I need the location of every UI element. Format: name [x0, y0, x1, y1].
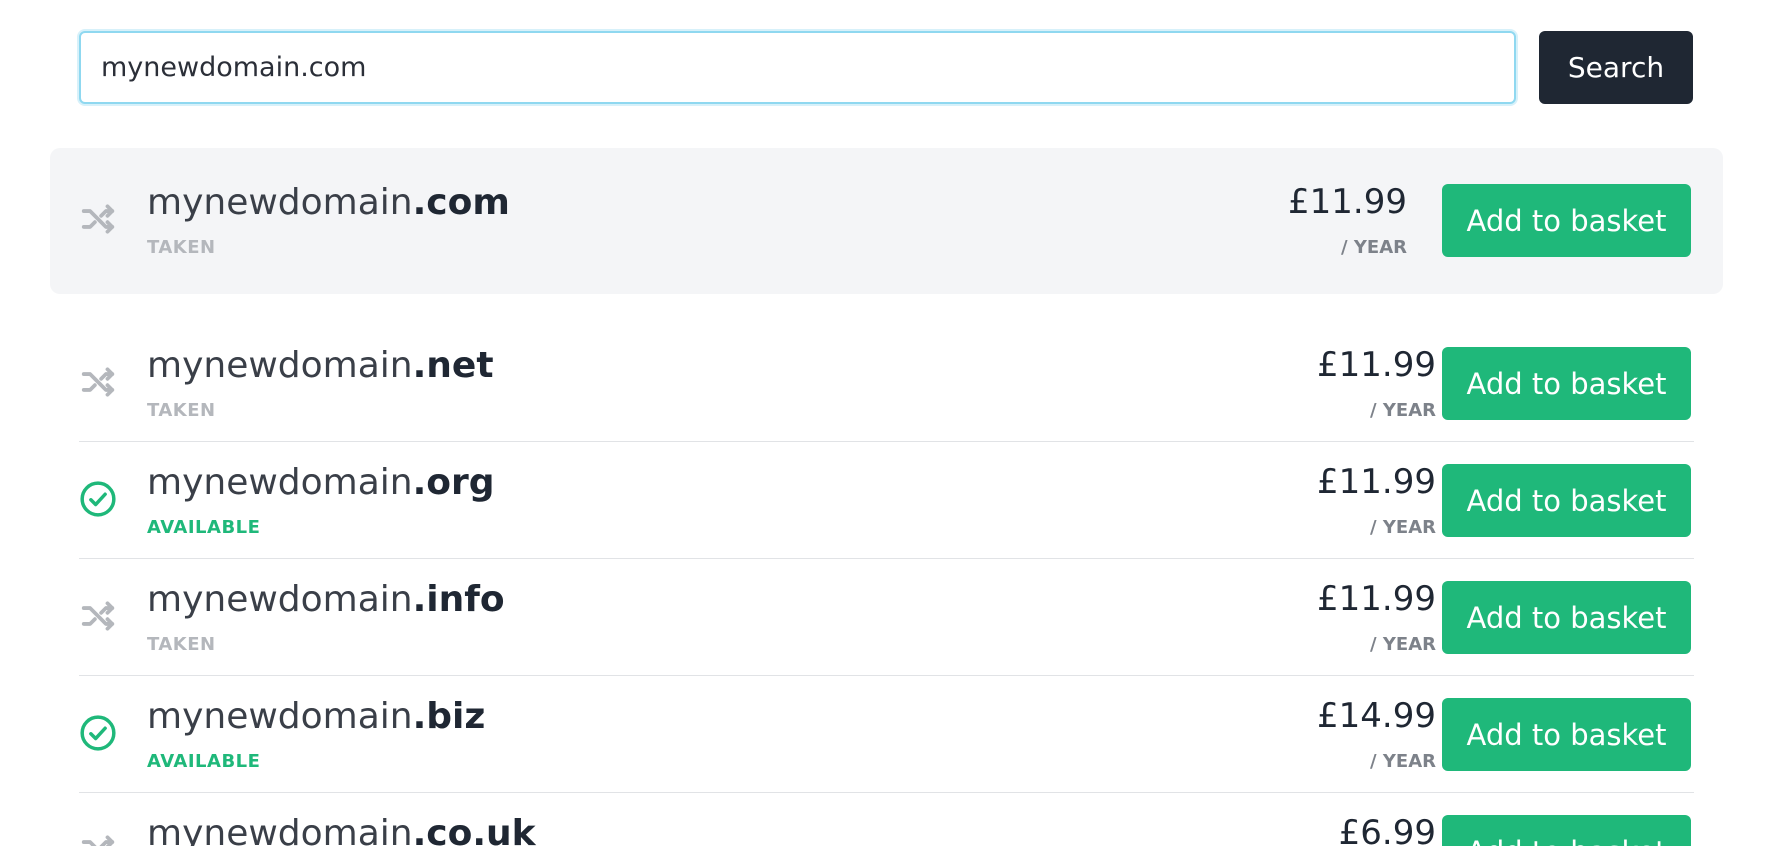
price-period: / YEAR [1370, 517, 1436, 538]
domain-name: mynewdomain.org [147, 462, 495, 503]
price: £11.99 [1317, 345, 1436, 385]
add-to-basket-button[interactable]: Add to basket [1442, 184, 1691, 257]
status-label: TAKEN [147, 634, 216, 655]
price: £11.99 [1288, 182, 1407, 222]
status-label: TAKEN [147, 400, 216, 421]
add-to-basket-button[interactable]: Add to basket [1442, 815, 1691, 846]
domain-name: mynewdomain.com [147, 182, 510, 223]
add-to-basket-button[interactable]: Add to basket [1442, 347, 1691, 420]
price-period: / YEAR [1370, 634, 1436, 655]
price-period: / YEAR [1341, 237, 1407, 258]
domain-result-biz: mynewdomain.biz AVAILABLE £14.99 / YEAR … [79, 676, 1694, 793]
domain-name: mynewdomain.co.uk [147, 813, 536, 846]
add-to-basket-button[interactable]: Add to basket [1442, 581, 1691, 654]
domain-results-list: mynewdomain.com TAKEN £11.99 / YEAR Add … [0, 0, 1780, 846]
price: £6.99 [1338, 813, 1436, 846]
shuffle-icon [79, 200, 117, 238]
domain-result-net: mynewdomain.net TAKEN £11.99 / YEAR Add … [79, 325, 1694, 442]
shuffle-icon [79, 597, 117, 635]
price-period: / YEAR [1370, 751, 1436, 772]
shuffle-icon [79, 831, 117, 846]
add-to-basket-button[interactable]: Add to basket [1442, 698, 1691, 771]
domain-name: mynewdomain.info [147, 579, 505, 620]
price-period: / YEAR [1370, 400, 1436, 421]
price: £11.99 [1317, 579, 1436, 619]
domain-name: mynewdomain.biz [147, 696, 486, 737]
status-label: AVAILABLE [147, 517, 261, 538]
domain-result-com: mynewdomain.com TAKEN £11.99 / YEAR Add … [50, 148, 1723, 294]
domain-result-org: mynewdomain.org AVAILABLE £11.99 / YEAR … [79, 442, 1694, 559]
price: £11.99 [1317, 462, 1436, 502]
check-circle-icon [79, 714, 117, 752]
status-label: AVAILABLE [147, 751, 261, 772]
price: £14.99 [1317, 696, 1436, 736]
shuffle-icon [79, 363, 117, 401]
domain-result-info: mynewdomain.info TAKEN £11.99 / YEAR Add… [79, 559, 1694, 676]
domain-name: mynewdomain.net [147, 345, 494, 386]
status-label: TAKEN [147, 237, 216, 258]
domain-result-co-uk: mynewdomain.co.uk £6.99 Add to basket [79, 793, 1694, 846]
add-to-basket-button[interactable]: Add to basket [1442, 464, 1691, 537]
check-circle-icon [79, 480, 117, 518]
